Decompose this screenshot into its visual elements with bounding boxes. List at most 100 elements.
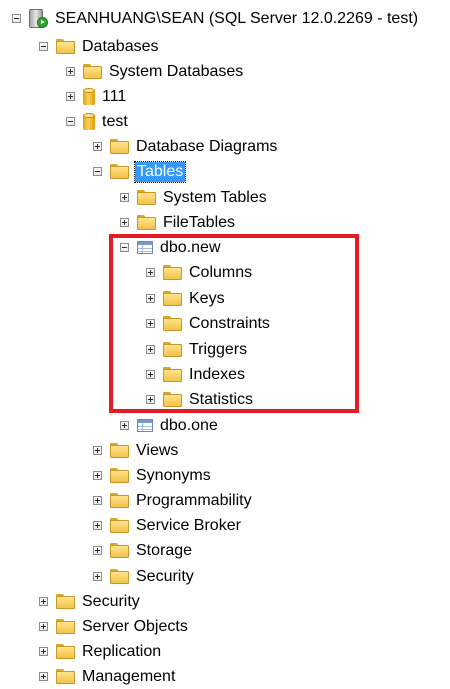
folder-icon: [163, 342, 182, 357]
expand-toggle[interactable]: [39, 597, 48, 606]
folder-icon: [110, 139, 129, 154]
tree-node-label: Statistics: [189, 390, 254, 408]
folder-icon: [83, 64, 102, 79]
expand-toggle[interactable]: [39, 672, 48, 681]
folder-icon: [56, 39, 75, 54]
folder-icon: [110, 468, 129, 483]
expand-toggle[interactable]: [120, 193, 129, 202]
tree-node-indexes[interactable]: Indexes: [146, 362, 246, 387]
tree-node-database-111[interactable]: 111: [66, 84, 127, 109]
tree-node-label: Constraints: [189, 314, 270, 332]
folder-icon: [110, 518, 129, 533]
expand-toggle[interactable]: [146, 345, 155, 354]
tree-node-server-security[interactable]: Security: [39, 589, 141, 614]
tree-node-columns[interactable]: Columns: [146, 260, 253, 285]
tree-node-database-security[interactable]: Security: [93, 564, 195, 589]
tree-node-label: dbo.one: [160, 416, 218, 434]
tree-node-databases[interactable]: Databases: [39, 34, 160, 59]
folder-icon: [110, 493, 129, 508]
tree-node-label: Management: [82, 667, 176, 685]
tree-node-label: Synonyms: [136, 466, 211, 484]
collapse-toggle[interactable]: [39, 42, 48, 51]
expand-toggle[interactable]: [120, 218, 129, 227]
tree-node-label: dbo.new: [160, 238, 221, 256]
tree-node-label: Storage: [136, 541, 193, 559]
tree-node-database-test[interactable]: test: [66, 109, 129, 134]
tree-node-management[interactable]: Management: [39, 664, 176, 689]
tree-node-server[interactable]: SEANHUANG\SEAN (SQL Server 12.0.2269 - t…: [12, 6, 419, 31]
tree-node-service-broker[interactable]: Service Broker: [93, 513, 242, 538]
expand-toggle[interactable]: [146, 395, 155, 404]
collapse-toggle[interactable]: [93, 167, 102, 176]
collapse-toggle[interactable]: [12, 14, 21, 23]
expand-toggle[interactable]: [120, 421, 129, 430]
folder-icon: [110, 443, 129, 458]
tree-node-constraints[interactable]: Constraints: [146, 311, 271, 336]
tree-node-server-objects[interactable]: Server Objects: [39, 614, 189, 639]
database-icon: [83, 112, 95, 131]
tree-node-keys[interactable]: Keys: [146, 286, 226, 311]
tree-node-system-tables[interactable]: System Tables: [120, 185, 268, 210]
expand-toggle[interactable]: [93, 471, 102, 480]
tree-node-label: 111: [102, 87, 127, 105]
tree-node-programmability[interactable]: Programmability: [93, 488, 253, 513]
tree-node-triggers[interactable]: Triggers: [146, 337, 248, 362]
expand-toggle[interactable]: [66, 92, 75, 101]
expand-toggle[interactable]: [146, 370, 155, 379]
folder-icon: [110, 543, 129, 558]
tree-node-storage[interactable]: Storage: [93, 538, 193, 563]
table-icon: [137, 419, 153, 432]
tree-node-label: Service Broker: [136, 516, 241, 534]
database-icon: [83, 87, 95, 106]
collapse-toggle[interactable]: [66, 117, 75, 126]
folder-icon: [56, 619, 75, 634]
expand-toggle[interactable]: [93, 496, 102, 505]
server-icon: [29, 8, 48, 29]
tree-node-label: Security: [136, 567, 194, 585]
object-explorer-tree: SEANHUANG\SEAN (SQL Server 12.0.2269 - t…: [0, 0, 450, 688]
tree-node-label: Server Objects: [82, 617, 188, 635]
tree-node-label: System Databases: [109, 62, 244, 80]
tree-node-synonyms[interactable]: Synonyms: [93, 463, 212, 488]
tree-node-label-selected: Tables: [133, 160, 187, 183]
folder-icon: [163, 392, 182, 407]
tree-node-label: Replication: [82, 642, 162, 660]
expand-toggle[interactable]: [93, 446, 102, 455]
tree-node-label: Triggers: [189, 340, 248, 358]
expand-toggle[interactable]: [39, 647, 48, 656]
folder-icon: [163, 265, 182, 280]
expand-toggle[interactable]: [93, 546, 102, 555]
folder-icon: [137, 190, 156, 205]
tree-node-statistics[interactable]: Statistics: [146, 387, 254, 412]
tree-node-label: Views: [136, 441, 179, 459]
tree-node-label: Databases: [82, 37, 159, 55]
expand-toggle[interactable]: [66, 67, 75, 76]
tree-node-label: Security: [82, 592, 140, 610]
tree-node-replication[interactable]: Replication: [39, 639, 162, 664]
tree-node-label: Keys: [189, 289, 225, 307]
tree-node-system-databases[interactable]: System Databases: [66, 59, 244, 84]
expand-toggle[interactable]: [146, 268, 155, 277]
tree-node-label: Columns: [189, 263, 253, 281]
tree-node-filetables[interactable]: FileTables: [120, 210, 236, 235]
expand-toggle[interactable]: [39, 622, 48, 631]
tree-node-label: Database Diagrams: [136, 137, 278, 155]
expand-toggle[interactable]: [93, 521, 102, 530]
tree-node-table-dbo-one[interactable]: dbo.one: [120, 413, 219, 438]
expand-toggle[interactable]: [146, 319, 155, 328]
folder-icon: [163, 316, 182, 331]
tree-node-label: test: [102, 112, 128, 130]
tree-node-views[interactable]: Views: [93, 438, 179, 463]
folder-icon: [56, 644, 75, 659]
expand-toggle[interactable]: [93, 572, 102, 581]
tree-node-tables[interactable]: Tables: [93, 159, 187, 184]
tree-node-label: Indexes: [189, 365, 246, 383]
tree-node-table-dbo-new[interactable]: dbo.new: [120, 235, 222, 260]
collapse-toggle[interactable]: [120, 243, 129, 252]
folder-icon: [163, 291, 182, 306]
tree-node-label: Programmability: [136, 491, 252, 509]
folder-icon: [137, 215, 156, 230]
tree-node-database-diagrams[interactable]: Database Diagrams: [93, 134, 278, 159]
expand-toggle[interactable]: [146, 294, 155, 303]
expand-toggle[interactable]: [93, 142, 102, 151]
